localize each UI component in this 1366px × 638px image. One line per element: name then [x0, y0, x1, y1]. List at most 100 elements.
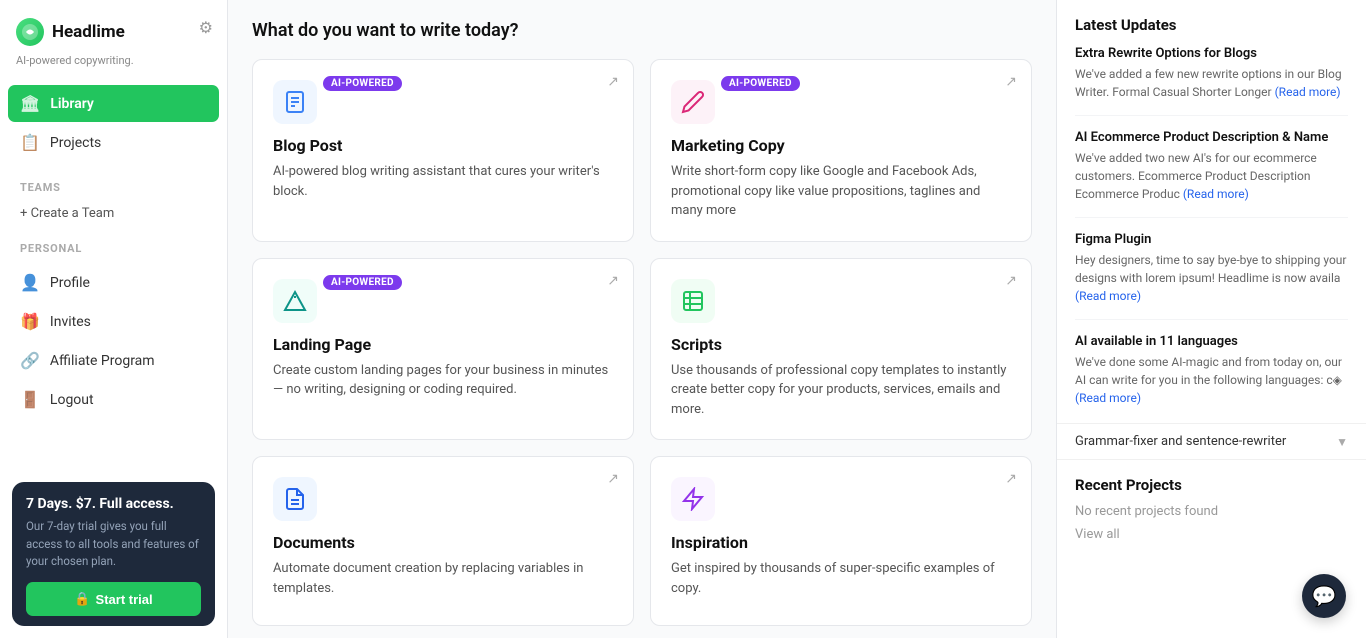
personal-nav: 👤 Profile 🎁 Invites 🔗 Affiliate Program … — [0, 260, 227, 424]
card-icon — [671, 279, 715, 323]
start-trial-button[interactable]: 🔒 Start trial — [26, 582, 201, 616]
sidebar-item-profile[interactable]: 👤 Profile — [8, 264, 219, 301]
lock-icon: 🔒 — [74, 591, 90, 607]
app-tagline: AI-powered copywriting. — [0, 54, 227, 81]
tools-grid: ↗ AI-POWERED Blog Post AI-powered blog w… — [252, 59, 1032, 626]
card-arrow-icon: ↗ — [1005, 74, 1017, 90]
cta-title: 7 Days. $7. Full access. — [26, 496, 201, 512]
cta-description: Our 7-day trial gives you full access to… — [26, 518, 201, 570]
logo-area: Headlime ⚙ — [0, 0, 227, 54]
sidebar-label-logout: Logout — [50, 392, 94, 408]
grammar-fixer-item[interactable]: Grammar-fixer and sentence-rewriter ▼ — [1057, 424, 1366, 460]
main-nav: 🏛 Library 📋 Projects — [0, 81, 227, 167]
sidebar-item-library[interactable]: 🏛 Library — [8, 85, 219, 122]
grammar-fixer-label: Grammar-fixer and sentence-rewriter — [1075, 434, 1286, 449]
card-documents[interactable]: ↗ Documents Automate document creation b… — [252, 456, 634, 626]
read-more-link[interactable]: (Read more) — [1275, 85, 1341, 99]
card-title: Landing Page — [273, 335, 613, 354]
right-panel: Latest Updates Extra Rewrite Options for… — [1056, 0, 1366, 638]
card-arrow-icon: ↗ — [1005, 273, 1017, 289]
card-icon — [273, 477, 317, 521]
no-recent-text: No recent projects found — [1075, 504, 1348, 519]
card-icon — [273, 80, 317, 124]
create-team-label: + Create a Team — [20, 206, 114, 221]
cta-button-label: Start trial — [96, 592, 153, 607]
library-icon: 🏛 — [20, 94, 40, 113]
sidebar-item-affiliate[interactable]: 🔗 Affiliate Program — [8, 342, 219, 379]
update-description: We've added a few new rewrite options in… — [1075, 65, 1348, 101]
card-icon — [671, 80, 715, 124]
card-arrow-icon: ↗ — [607, 74, 619, 90]
card-landing-page[interactable]: ↗ AI-POWERED Landing Page Create custom … — [252, 258, 634, 441]
sidebar-item-logout[interactable]: 🚪 Logout — [8, 381, 219, 418]
update-item: Extra Rewrite Options for Blogs We've ad… — [1075, 46, 1348, 116]
card-description: Write short-form copy like Google and Fa… — [671, 162, 1011, 221]
ai-badge: AI-POWERED — [323, 76, 402, 91]
sidebar-item-projects[interactable]: 📋 Projects — [8, 124, 219, 161]
main-content: What do you want to write today? ↗ AI-PO… — [228, 0, 1056, 638]
sidebar-label-profile: Profile — [50, 275, 90, 291]
ai-badge: AI-POWERED — [721, 76, 800, 91]
card-title: Documents — [273, 533, 613, 552]
card-description: Get inspired by thousands of super-speci… — [671, 559, 1011, 598]
logout-icon: 🚪 — [20, 390, 40, 409]
read-more-link[interactable]: (Read more) — [1075, 289, 1141, 303]
recent-projects-section: Recent Projects No recent projects found… — [1057, 460, 1366, 558]
settings-icon[interactable]: ⚙ — [199, 18, 213, 37]
update-description: We've done some AI-magic and from today … — [1075, 353, 1348, 407]
update-title: Extra Rewrite Options for Blogs — [1075, 46, 1348, 61]
read-more-link[interactable]: (Read more) — [1183, 187, 1249, 201]
invites-icon: 🎁 — [20, 312, 40, 331]
card-icon — [671, 477, 715, 521]
card-title: Blog Post — [273, 136, 613, 155]
card-description: Automate document creation by replacing … — [273, 559, 613, 598]
update-item: AI Ecommerce Product Description & Name … — [1075, 130, 1348, 218]
card-marketing-copy[interactable]: ↗ AI-POWERED Marketing Copy Write short-… — [650, 59, 1032, 242]
sidebar-item-invites[interactable]: 🎁 Invites — [8, 303, 219, 340]
card-arrow-icon: ↗ — [607, 273, 619, 289]
card-arrow-icon: ↗ — [1005, 471, 1017, 487]
card-title: Inspiration — [671, 533, 1011, 552]
sidebar-label-projects: Projects — [50, 135, 101, 151]
read-more-link[interactable]: (Read more) — [1075, 391, 1141, 405]
update-description: We've added two new AI's for our ecommer… — [1075, 149, 1348, 203]
card-title: Marketing Copy — [671, 136, 1011, 155]
profile-icon: 👤 — [20, 273, 40, 292]
update-title: AI available in 11 languages — [1075, 334, 1348, 349]
affiliate-icon: 🔗 — [20, 351, 40, 370]
card-scripts[interactable]: ↗ Scripts Use thousands of professional … — [650, 258, 1032, 441]
sidebar: Headlime ⚙ AI-powered copywriting. 🏛 Lib… — [0, 0, 228, 638]
chat-icon: 💬 — [1312, 584, 1337, 608]
update-item: Figma Plugin Hey designers, time to say … — [1075, 232, 1348, 320]
ai-badge: AI-POWERED — [323, 275, 402, 290]
update-title: AI Ecommerce Product Description & Name — [1075, 130, 1348, 145]
view-all-link[interactable]: View all — [1075, 527, 1348, 542]
card-description: Create custom landing pages for your bus… — [273, 361, 613, 400]
logo-icon — [16, 18, 44, 46]
teams-label: TEAMS — [0, 167, 227, 199]
app-name: Headlime — [52, 22, 125, 42]
sidebar-label-invites: Invites — [50, 314, 91, 330]
card-description: Use thousands of professional copy templ… — [671, 361, 1011, 420]
page-title: What do you want to write today? — [252, 20, 1032, 41]
card-icon — [273, 279, 317, 323]
create-team-button[interactable]: + Create a Team — [0, 199, 227, 228]
update-title: Figma Plugin — [1075, 232, 1348, 247]
projects-icon: 📋 — [20, 133, 40, 152]
update-item: AI available in 11 languages We've done … — [1075, 334, 1348, 407]
chat-bubble[interactable]: 💬 — [1302, 574, 1346, 618]
card-arrow-icon: ↗ — [607, 471, 619, 487]
sidebar-label-affiliate: Affiliate Program — [50, 353, 155, 369]
latest-updates-section: Latest Updates Extra Rewrite Options for… — [1057, 0, 1366, 424]
card-description: AI-powered blog writing assistant that c… — [273, 162, 613, 201]
card-inspiration[interactable]: ↗ Inspiration Get inspired by thousands … — [650, 456, 1032, 626]
card-title: Scripts — [671, 335, 1011, 354]
latest-updates-title: Latest Updates — [1075, 16, 1348, 34]
sidebar-label-library: Library — [50, 96, 94, 112]
card-blog-post[interactable]: ↗ AI-POWERED Blog Post AI-powered blog w… — [252, 59, 634, 242]
update-description: Hey designers, time to say bye-bye to sh… — [1075, 251, 1348, 305]
trial-cta: 7 Days. $7. Full access. Our 7-day trial… — [12, 482, 215, 626]
updates-list: Extra Rewrite Options for Blogs We've ad… — [1075, 46, 1348, 407]
personal-label: PERSONAL — [0, 228, 227, 260]
recent-projects-title: Recent Projects — [1075, 476, 1348, 494]
